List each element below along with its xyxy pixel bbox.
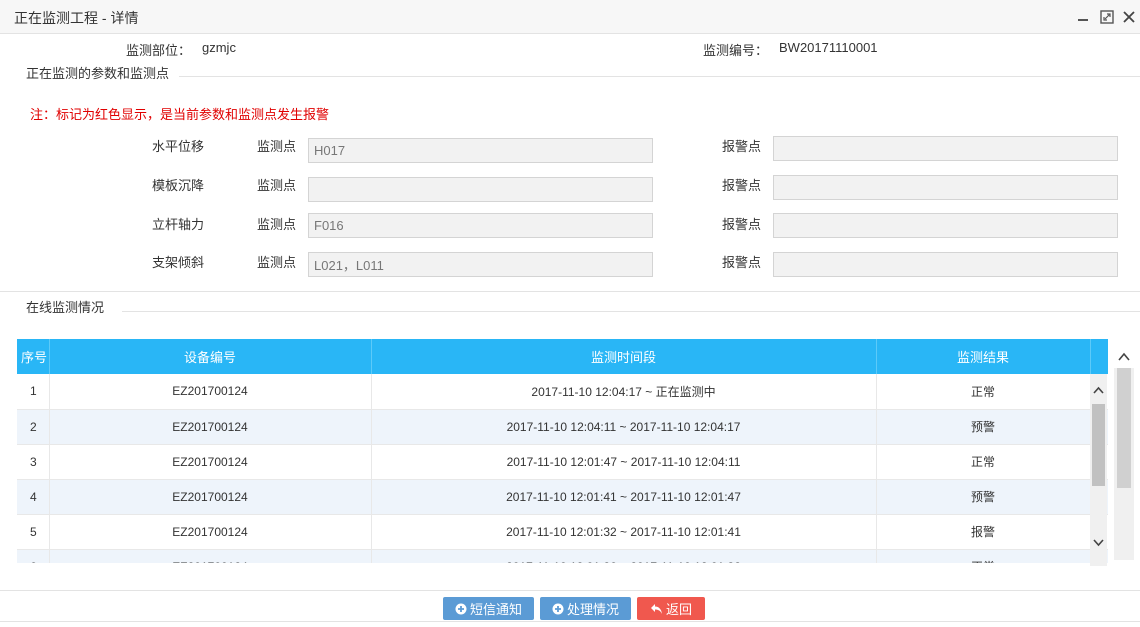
alarm-point-label: 报警点: [722, 217, 762, 232]
plus-circle-icon: [455, 603, 467, 618]
param-row: 立杆轴力 监测点 报警点: [0, 212, 1140, 238]
cell-device: EZ201700124: [49, 479, 372, 514]
close-icon[interactable]: [1121, 9, 1137, 25]
cell-device: EZ201700124: [49, 549, 372, 563]
cell-index: 3: [17, 444, 50, 479]
scrollbar-thumb[interactable]: [1092, 404, 1105, 486]
monitor-table-container: 序号 设备编号 监测时间段 监测结果 1 EZ201700124 2017-11…: [17, 339, 1108, 563]
alarm-point-label: 报警点: [722, 139, 762, 154]
column-header-spacer: [1090, 339, 1108, 374]
monitor-point-field[interactable]: [308, 252, 653, 277]
table-header-row: 序号 设备编号 监测时间段 监测结果: [17, 339, 1108, 374]
param-name: 模板沉降: [152, 178, 205, 193]
cell-index: 6: [17, 549, 50, 563]
reply-arrow-icon: [650, 603, 663, 618]
window-title: 正在监测工程 - 详情: [14, 10, 139, 26]
section-divider: [0, 291, 1140, 292]
maximize-icon[interactable]: [1099, 9, 1115, 25]
monitor-point-field[interactable]: [308, 177, 653, 202]
alarm-note: 注：标记为红色显示，是当前参数和监测点发生报警: [30, 107, 330, 122]
monitor-point-field[interactable]: [308, 213, 653, 238]
number-label: 监测编号：: [703, 43, 769, 58]
location-label: 监测部位：: [126, 43, 192, 58]
cell-period: 2017-11-10 12:01:32 ~ 2017-11-10 12:01:4…: [371, 514, 877, 549]
cell-result: 正常: [876, 549, 1091, 563]
chevron-up-icon: [1093, 386, 1104, 394]
param-row: 支架倾斜 监测点 报警点: [0, 250, 1140, 277]
cell-result: 正常: [876, 374, 1091, 409]
cell-device: EZ201700124: [49, 514, 372, 549]
window-titlebar: 正在监测工程 - 详情: [0, 0, 1140, 34]
cell-period: 2017-11-10 12:01:47 ~ 2017-11-10 12:04:1…: [371, 444, 877, 479]
table-row[interactable]: 3 EZ201700124 2017-11-10 12:01:47 ~ 2017…: [17, 444, 1108, 479]
cell-period: 2017-11-10 12:04:17 ~ 正在监测中: [371, 374, 877, 409]
cell-index: 1: [17, 374, 50, 409]
chevron-down-icon: [1093, 539, 1104, 547]
monitor-point-label: 监测点: [257, 255, 297, 270]
cell-result: 正常: [876, 444, 1091, 479]
cell-result: 报警: [876, 514, 1091, 549]
cell-index: 5: [17, 514, 50, 549]
cell-period: 2017-11-10 12:04:11 ~ 2017-11-10 12:04:1…: [371, 409, 877, 444]
column-header-period[interactable]: 监测时间段: [371, 339, 877, 374]
monitor-point-label: 监测点: [257, 139, 297, 154]
column-header-result[interactable]: 监测结果: [876, 339, 1091, 374]
monitor-point-label: 监测点: [257, 178, 297, 193]
table-scrollbar[interactable]: [1090, 374, 1107, 566]
cell-result: 预警: [876, 479, 1091, 514]
monitor-table: 序号 设备编号 监测时间段 监测结果 1 EZ201700124 2017-11…: [17, 339, 1108, 563]
cell-index: 2: [17, 409, 50, 444]
table-row[interactable]: 2 EZ201700124 2017-11-10 12:04:11 ~ 2017…: [17, 409, 1108, 444]
column-header-device[interactable]: 设备编号: [49, 339, 372, 374]
cell-device: EZ201700124: [49, 444, 372, 479]
table-row[interactable]: 5 EZ201700124 2017-11-10 12:01:32 ~ 2017…: [17, 514, 1108, 549]
alarm-point-field[interactable]: [773, 136, 1118, 161]
param-name: 水平位移: [152, 139, 205, 154]
alarm-point-field[interactable]: [773, 252, 1118, 277]
monitor-point-label: 监测点: [257, 217, 297, 232]
back-button[interactable]: 返回: [637, 597, 705, 620]
handle-status-label: 处理情况: [566, 601, 619, 617]
sms-notify-label: 短信通知: [469, 601, 522, 617]
column-header-index[interactable]: 序号: [17, 339, 50, 374]
cell-result: 预警: [876, 409, 1091, 444]
alarm-point-field[interactable]: [773, 175, 1118, 200]
outer-scrollbar-thumb[interactable]: [1117, 368, 1131, 488]
param-row: 水平位移 监测点 报警点: [0, 134, 1140, 163]
cell-period: 2017-11-10 12:01:41 ~ 2017-11-10 12:01:4…: [371, 479, 877, 514]
section-divider: [0, 311, 1140, 312]
location-value: gzmjc: [202, 40, 236, 55]
alarm-point-label: 报警点: [722, 255, 762, 270]
cell-device: EZ201700124: [49, 409, 372, 444]
footer-divider: [0, 621, 1140, 622]
number-value: BW20171110001: [779, 40, 878, 55]
cell-period: 2017-11-10 12:01:26 ~ 2017-11-10 12:01:3…: [371, 549, 877, 563]
param-name: 支架倾斜: [152, 255, 205, 270]
alarm-point-field[interactable]: [773, 213, 1118, 238]
cell-index: 4: [17, 479, 50, 514]
param-row: 模板沉降 监测点 报警点: [0, 173, 1140, 202]
alarm-point-label: 报警点: [722, 178, 762, 193]
monitor-point-field[interactable]: [308, 138, 653, 163]
minimize-icon[interactable]: [1075, 9, 1091, 25]
sms-notify-button[interactable]: 短信通知: [443, 597, 534, 620]
table-row[interactable]: 6 EZ201700124 2017-11-10 12:01:26 ~ 2017…: [17, 549, 1108, 563]
params-section-title: 正在监测的参数和监测点: [0, 63, 180, 82]
plus-circle-icon: [552, 603, 564, 618]
param-name: 立杆轴力: [152, 217, 205, 232]
table-row[interactable]: 4 EZ201700124 2017-11-10 12:01:41 ~ 2017…: [17, 479, 1108, 514]
outer-scrollbar-track[interactable]: [1114, 368, 1134, 560]
cell-device: EZ201700124: [49, 374, 372, 409]
online-section-title: 在线监测情况: [0, 297, 123, 316]
table-row[interactable]: 1 EZ201700124 2017-11-10 12:04:17 ~ 正在监测…: [17, 374, 1108, 409]
back-label: 返回: [665, 601, 692, 617]
handle-status-button[interactable]: 处理情况: [540, 597, 631, 620]
